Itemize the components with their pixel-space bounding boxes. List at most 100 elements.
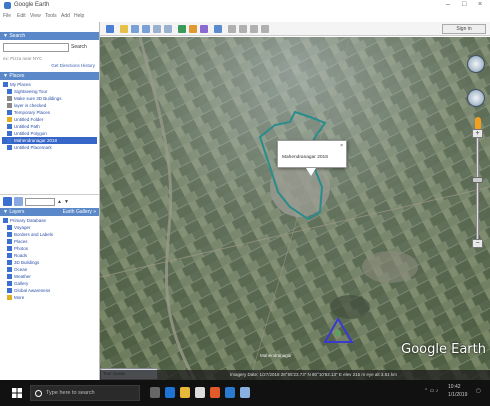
planets-icon[interactable] (200, 25, 208, 33)
edge-browser-icon[interactable] (165, 387, 175, 398)
view-in-maps-icon[interactable] (261, 25, 269, 33)
sidebar-toggle-icon[interactable] (106, 25, 114, 33)
print-icon[interactable] (239, 25, 247, 33)
tree-item[interactable]: Global Awareness (2, 287, 97, 294)
tree-item-label: Photos (14, 246, 29, 251)
street-view-pegman-icon[interactable] (475, 117, 481, 129)
earth-gallery-link[interactable]: Earth Gallery » (63, 208, 96, 216)
clock-date: 1/1/2019 (448, 392, 468, 398)
ruler-icon[interactable] (214, 25, 222, 33)
cortana-icon (35, 390, 42, 397)
windows-start-icon[interactable] (12, 388, 22, 398)
tree-item[interactable]: layer is checked (2, 102, 97, 109)
map-view[interactable]: × Mahendranagar 2018 + − Mahendranagar G… (100, 37, 490, 380)
menu-edit[interactable]: Edit (17, 13, 26, 19)
menu-view[interactable]: View (30, 13, 41, 19)
taskbar-search-box[interactable]: Type here to search (30, 385, 140, 401)
sign-in-button[interactable]: Sign in (442, 24, 486, 34)
sunlight-icon[interactable] (189, 25, 197, 33)
tree-item[interactable]: Photos (2, 245, 97, 252)
tree-item-label: Voyager (14, 225, 31, 230)
tree-item[interactable]: 3D Buildings (2, 259, 97, 266)
zoom-out-button[interactable]: − (472, 239, 483, 248)
search-input[interactable] (3, 43, 69, 52)
google-earth-taskbar-icon[interactable] (240, 387, 250, 398)
down-arrow-icon[interactable]: ▼ (64, 199, 69, 205)
zoom-slider-track[interactable] (476, 133, 479, 243)
tree-item-icon (3, 218, 8, 223)
minimize-button[interactable]: – (446, 1, 450, 8)
tree-item[interactable]: Voyager (2, 224, 97, 231)
save-image-icon[interactable] (250, 25, 258, 33)
zoom-slider-knob[interactable] (472, 177, 483, 183)
tree-item-icon (7, 288, 12, 293)
compass-icon[interactable] (467, 55, 485, 73)
tree-item-label: 3D Buildings (14, 260, 40, 265)
search-hint: ex: Pizza near NYC (3, 56, 43, 61)
file-explorer-icon[interactable] (180, 387, 190, 398)
menu-tools[interactable]: Tools (45, 13, 57, 19)
image-overlay-icon[interactable] (153, 25, 161, 33)
places-panel-header[interactable]: ▼ Places (0, 72, 99, 80)
search-panel-header[interactable]: ▼ Search (0, 32, 99, 40)
polygon-icon[interactable] (131, 25, 139, 33)
tree-item-icon (7, 260, 12, 265)
chrome-icon[interactable] (225, 387, 235, 398)
balloon-close-button[interactable]: × (340, 143, 343, 149)
historical-imagery-icon[interactable] (178, 25, 186, 33)
tree-item[interactable]: Mahendranagar 2018 (2, 137, 97, 144)
tree-item[interactable]: Gallery (2, 280, 97, 287)
store-icon[interactable] (195, 387, 205, 398)
satellite-imagery[interactable] (100, 37, 490, 380)
notification-icon[interactable]: ▢ (476, 388, 481, 394)
places-list-icon[interactable] (14, 197, 23, 206)
places-filter-input[interactable] (25, 197, 55, 206)
menu-file[interactable]: File (3, 13, 11, 19)
search-links[interactable]: Get Directions History (0, 62, 99, 69)
task-view-icon[interactable] (150, 387, 160, 398)
window-title: Google Earth (14, 2, 50, 8)
tree-item[interactable]: Borders and Labels (2, 231, 97, 238)
tree-item[interactable]: Temporary Places (2, 109, 97, 116)
balloon-text: Mahendranagar 2018 (282, 155, 328, 160)
tree-item-label: Untitled Polygon (14, 131, 47, 136)
firefox-icon[interactable] (210, 387, 220, 398)
menu-add[interactable]: Add (61, 13, 70, 19)
placemark-balloon[interactable]: × Mahendranagar 2018 (277, 140, 347, 176)
tree-item[interactable]: Untitled Path (2, 123, 97, 130)
tree-item-icon (7, 274, 12, 279)
tree-item[interactable]: Untitled Polygon (2, 130, 97, 137)
menu-bar: File Edit View Tools Add Help (0, 12, 490, 22)
tree-item[interactable]: Make sure 3D Buildings (2, 95, 97, 102)
maximize-button[interactable]: □ (462, 1, 466, 8)
tree-item-icon (7, 117, 12, 122)
zoom-in-button[interactable]: + (472, 129, 483, 138)
layers-panel-header[interactable]: ▼ Layers Earth Gallery » (0, 208, 99, 216)
tree-item[interactable]: Roads (2, 252, 97, 259)
tree-item-icon (7, 267, 12, 272)
system-tray-icons[interactable]: ⌃ ▭ ♪ (424, 388, 438, 394)
placemark-icon[interactable] (120, 25, 128, 33)
search-places-icon[interactable] (3, 197, 12, 206)
tree-item[interactable]: My Places (2, 81, 97, 88)
email-icon[interactable] (228, 25, 236, 33)
record-tour-icon[interactable] (164, 25, 172, 33)
search-button[interactable]: Search (71, 43, 87, 52)
tree-item-icon (7, 295, 12, 300)
up-arrow-icon[interactable]: ▲ (57, 199, 62, 205)
tree-item[interactable]: Places (2, 238, 97, 245)
tree-item[interactable]: Sightseeing Tour (2, 88, 97, 95)
tree-item[interactable]: Primary Database (2, 217, 97, 224)
tree-item[interactable]: Untitled Folder (2, 116, 97, 123)
close-button[interactable]: × (478, 1, 482, 8)
tree-item[interactable]: Weather (2, 273, 97, 280)
tree-item[interactable]: Ocean (2, 266, 97, 273)
menu-help[interactable]: Help (74, 13, 84, 19)
path-icon[interactable] (142, 25, 150, 33)
tree-item[interactable]: More (2, 294, 97, 301)
tree-item[interactable]: Untitled Placemark (2, 144, 97, 151)
places-nav-row: ▲ ▼ (0, 194, 99, 208)
tree-item-icon (7, 131, 12, 136)
google-earth-app-icon (4, 2, 11, 9)
look-joystick-icon[interactable] (467, 89, 485, 107)
